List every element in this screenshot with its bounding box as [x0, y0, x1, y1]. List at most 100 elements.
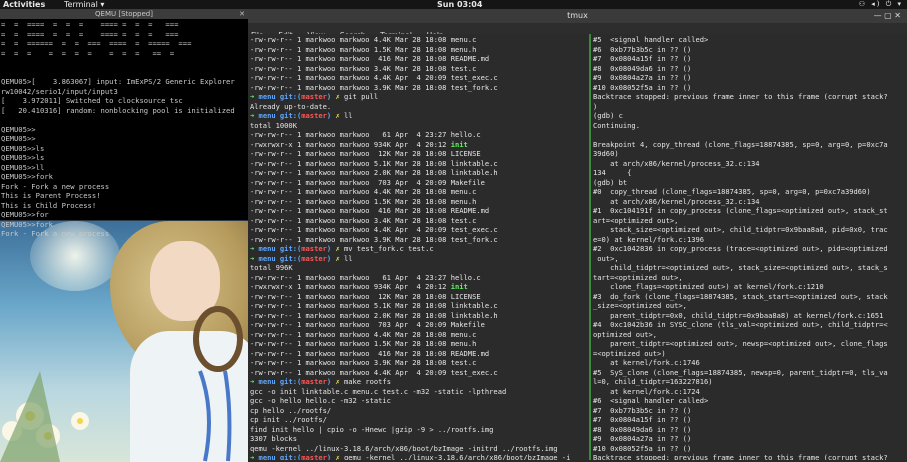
- system-tray[interactable]: ⚇ ◂) ⏻ ▾: [859, 0, 903, 9]
- console-line: QEMU05>>ls: [1, 153, 45, 162]
- shell-output-line: -rw-rw-r-- 1 markwoo markwoo 4.4K Apr 4 …: [250, 73, 498, 82]
- shell-prompt-line: ➜ menu git:(master) ✗ ll: [250, 253, 353, 263]
- shell-prompt-line: ➜ menu git:(master) ✗ mv test_fork.c tes…: [250, 244, 434, 253]
- shell-output-line: -rw-rw-r-- 1 markwoo markwoo 61 Apr 4 23…: [250, 130, 481, 139]
- shell-output-line: -rwxrwxr-x 1 markwoo markwoo 934K Apr 4 …: [250, 139, 468, 149]
- gdb-output-line: _size=<optimized out>,: [593, 301, 687, 310]
- close-icon[interactable]: ✕: [239, 9, 245, 19]
- shell-output-line: -rw-rw-r-- 1 markwoo markwoo 2.0K Mar 28…: [250, 310, 498, 320]
- gdb-output-line: stack_size=<optimized out>, child_tidptr…: [593, 225, 888, 234]
- gdb-output[interactable]: #5 <signal handler called> #6 0xb77b3b5c …: [591, 34, 907, 460]
- shell-output-line: -rw-rw-r-- 1 markwoo markwoo 416 Mar 28 …: [250, 206, 490, 215]
- shell-prompt-line: ➜ menu git:(master) ✗ git pull: [250, 92, 379, 101]
- tmux-pane-gdb[interactable]: #5 <signal handler called> #6 0xb77b3b5c …: [591, 34, 907, 460]
- console-line: = = ====== = = === ==== = ===== ===: [1, 39, 192, 48]
- qemu-console[interactable]: = = ==== = = = ==== = = = === = = ==== = …: [0, 19, 248, 240]
- gdb-output-line: (gdb) bt: [593, 177, 628, 187]
- shell-prompt-line: ➜ menu git:(master) ✗ ll: [250, 111, 353, 120]
- gdb-output-line: parent_tidptr=0x0, child_tidptr=0x9baa8a…: [593, 310, 884, 320]
- tmux-titlebar[interactable]: tmux — ▢ ✕: [248, 9, 907, 23]
- console-line: This is Child Process!: [1, 200, 97, 210]
- shell-output-line: -rw-rw-r-- 1 markwoo markwoo 4.4K Mar 28…: [250, 187, 477, 196]
- gdb-output-line: l=0, child_tidptr=163227816): [593, 377, 713, 386]
- shell-output-line: cp init ../rootfs/: [250, 415, 327, 424]
- clock[interactable]: Sun 03:04: [437, 0, 482, 9]
- console-line: QEMU05>>for: [1, 210, 49, 219]
- shell-output-line: -rw-rw-r-- 1 markwoo markwoo 4.4K Apr 4 …: [250, 225, 498, 234]
- console-line: QEMU05>>ll: [1, 162, 45, 172]
- gdb-output-line: =<optimized out>): [593, 348, 666, 358]
- gdb-output-line: #9 0x0804a27a in ?? (): [593, 434, 692, 443]
- console-line: QEMU05>>: [1, 124, 36, 134]
- qemu-title: QEMU [Stopped]: [95, 10, 153, 18]
- wallpaper-ring-and-flowers: [0, 306, 243, 462]
- gdb-output-line: #7 0xb77b3b5c in ?? (): [593, 405, 692, 415]
- gdb-output-line: [593, 130, 905, 140]
- shell-output-line: -rw-rw-r-- 1 markwoo markwoo 416 Mar 28 …: [250, 348, 490, 358]
- shell-output-line: -rw-rw-r-- 1 markwoo markwoo 12K Mar 28 …: [250, 149, 481, 158]
- gdb-output-line: #5 <signal handler called>: [593, 35, 709, 44]
- qemu-titlebar[interactable]: QEMU [Stopped] ✕: [0, 9, 248, 19]
- gdb-output-line: #8 0x08049da6 in ?? (): [593, 424, 692, 434]
- console-line: = = = = = = = = = = == =: [1, 48, 175, 58]
- shell-output-line: -rw-rw-r-- 1 markwoo markwoo 2.0K Mar 28…: [250, 168, 498, 177]
- gdb-output-line: out>,: [593, 253, 619, 263]
- gdb-output-line: e=0) at kernel/fork.c:1396: [593, 234, 705, 244]
- tmux-pane-shell[interactable]: -rw-rw-r-- 1 markwoo markwoo 4.4K Mar 28…: [248, 34, 589, 460]
- console-line: This is Parent Process!: [1, 191, 101, 200]
- shell-output-line: -rw-rw-r-- 1 markwoo markwoo 1.5K Mar 28…: [250, 339, 477, 348]
- gdb-output-line: at arch/x86/kernel/process_32.c:134: [593, 196, 760, 206]
- console-line: = = ==== = = = ==== = = = ===: [1, 29, 179, 39]
- gdb-output-line: Backtrace stopped: previous frame inner …: [593, 453, 888, 460]
- gdb-output-line: 134 {: [593, 168, 632, 177]
- gdb-output-line: at kernel/fork.c:1724: [593, 386, 700, 396]
- console-line: QEMU05>[ 3.863067] input: ImExPS/2 Gener…: [1, 77, 235, 86]
- shell-output-line: -rw-rw-r-- 1 markwoo markwoo 416 Mar 28 …: [250, 54, 490, 63]
- shell-output-line: -rw-rw-r-- 1 markwoo markwoo 3.9K Mar 28…: [250, 234, 498, 244]
- gdb-output-line: 39d60): [593, 149, 619, 158]
- shell-output-line: total 996K: [250, 263, 293, 272]
- gdb-output-line: #9 0x0804a27a in ?? (): [593, 73, 692, 82]
- gdb-output-line: Continuing.: [593, 120, 640, 130]
- gdb-output-line: (gdb) c: [593, 111, 623, 120]
- shell-output-line: -rwxrwxr-x 1 markwoo markwoo 934K Apr 4 …: [250, 282, 468, 291]
- console-line: [ 3.972011] Switched to clocksource tsc: [1, 96, 183, 105]
- shell-output-line: -rw-rw-r-- 1 markwoo markwoo 61 Apr 4 23…: [250, 272, 481, 282]
- shell-output-line: -rw-rw-r-- 1 markwoo markwoo 5.1K Mar 28…: [250, 301, 498, 310]
- gdb-output-line: #2 0xc1042836 in copy_process (trace=<op…: [593, 244, 888, 253]
- gdb-output-line: ): [593, 101, 598, 111]
- tmux-terminal-window[interactable]: tmux — ▢ ✕ File Edit View Search Termina…: [248, 9, 907, 462]
- qemu-window[interactable]: QEMU [Stopped] ✕ = = ==== = = = ==== = =…: [0, 9, 248, 238]
- gdb-output-line: at arch/x86/kernel/process_32.c:134: [593, 158, 760, 168]
- console-line: QEMU05>>: [1, 134, 36, 143]
- shell-output-line: -rw-rw-r-- 1 markwoo markwoo 3.9K Mar 28…: [250, 82, 498, 92]
- console-line: Fork - Fork a new process: [1, 229, 110, 238]
- shell-prompt-line: ➜ menu git:(master) ✗ qemu -kernel ../li…: [250, 453, 571, 460]
- window-controls[interactable]: — ▢ ✕: [874, 9, 901, 23]
- gdb-output-line: child_tidptr=<optimized out>, stack_size…: [593, 263, 888, 272]
- gdb-output-line: #7 0x0804a15f in ?? (): [593, 54, 692, 63]
- shell-output-line: cp hello ../rootfs/: [250, 405, 332, 415]
- shell-output-line: -rw-rw-r-- 1 markwoo markwoo 3.9K Mar 28…: [250, 358, 477, 367]
- gdb-output-line: #6 0xb77b3b5c in ?? (): [593, 44, 692, 54]
- app-menu-terminal[interactable]: Terminal ▾: [64, 0, 104, 9]
- gdb-output-line: parent_tidptr=<optimized out>, newsp=<op…: [593, 339, 888, 348]
- gdb-output-line: Breakpoint 4, copy_thread (clone_flags=1…: [593, 139, 888, 149]
- activities-button[interactable]: Activities: [3, 0, 45, 9]
- shell-output-line: gcc -o hello hello.c -m32 -static: [250, 396, 391, 405]
- gdb-output-line: Backtrace stopped: previous frame inner …: [593, 92, 888, 101]
- gdb-output-line: #3 do_fork (clone_flags=18874385, stack_…: [593, 291, 888, 301]
- shell-output-line: -rw-rw-r-- 1 markwoo markwoo 4.4K Apr 4 …: [250, 367, 498, 377]
- shell-output-line: find init hello | cpio -o -Hnewc |gzip -…: [250, 424, 494, 434]
- shell-output-line: -rw-rw-r-- 1 markwoo markwoo 1.5K Mar 28…: [250, 196, 477, 206]
- gdb-output-line: #0 copy_thread (clone_flags=18874385, sp…: [593, 187, 871, 196]
- shell-output-line: Already up-to-date.: [250, 101, 332, 111]
- gdb-output-line: #10 0x08052f5a in ?? (): [593, 443, 692, 453]
- shell-output-line: gcc -o init linktable.c menu.c test.c -m…: [250, 386, 507, 396]
- window-title: tmux: [567, 11, 588, 20]
- console-line: = = ==== = = = ==== = = = ===: [1, 20, 179, 29]
- console-line: rw10042/serio1/input/input3: [1, 86, 118, 96]
- shell-output[interactable]: -rw-rw-r-- 1 markwoo markwoo 4.4K Mar 28…: [248, 34, 589, 460]
